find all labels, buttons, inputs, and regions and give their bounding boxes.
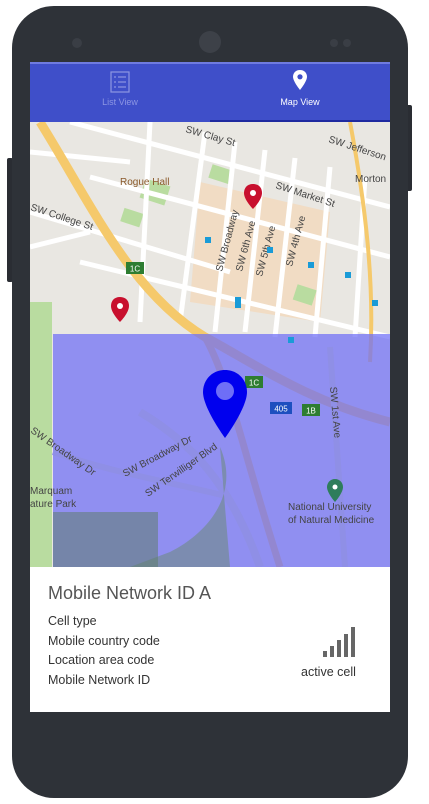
network-title: Mobile Network ID A — [48, 583, 212, 603]
green-space — [53, 512, 158, 567]
tab-bar: List View Map View — [30, 62, 390, 124]
highway-shield-1c-b: 1C — [245, 376, 263, 388]
street-label: ature Park — [30, 499, 77, 510]
list-icon — [110, 71, 130, 93]
info-row-country-code: Mobile country code — [48, 634, 160, 648]
shield-label: 1C — [130, 265, 140, 274]
highway-shield-1b: 1B — [302, 404, 320, 416]
highway-shield-1c-a: 1C — [126, 262, 144, 274]
sensor-dot-icon — [343, 39, 351, 47]
cell-info-card[interactable]: Mobile Network ID A Cell type Mobile cou… — [30, 567, 390, 712]
shield-label: 1B — [306, 407, 316, 416]
map-pin-icon — [293, 70, 307, 90]
shield-label: 405 — [274, 405, 288, 414]
sensor-dot-icon — [330, 39, 338, 47]
map-view[interactable]: 1C 1C 405 1B SW Clay St SW Jefferson SW … — [30, 122, 390, 567]
info-row-area-code: Location area code — [48, 653, 155, 667]
poi-label: of Natural Medicine — [288, 515, 375, 526]
tab-list-view[interactable]: List View — [30, 64, 210, 124]
tab-label: Map View — [280, 97, 320, 107]
street-label: Marquam — [30, 486, 72, 497]
shield-label: 1C — [249, 379, 259, 388]
poi-label: National University — [288, 502, 371, 513]
camera-icon — [199, 31, 221, 53]
sensor-icon — [72, 38, 82, 48]
info-row-cell-type: Cell type — [48, 614, 97, 628]
info-row-network-id: Mobile Network ID — [48, 673, 151, 687]
tab-label: List View — [102, 97, 138, 107]
status-label: active cell — [301, 665, 356, 679]
tab-map-view[interactable]: Map View — [210, 64, 390, 124]
app-screen: List View Map View 1C 1C 405 1B SW Clay … — [30, 62, 390, 712]
street-label: Rogue Hall — [120, 177, 169, 188]
street-label: Morton — [355, 174, 386, 185]
signal-bars-icon — [323, 627, 355, 657]
highway-shield-405: 405 — [270, 402, 292, 414]
